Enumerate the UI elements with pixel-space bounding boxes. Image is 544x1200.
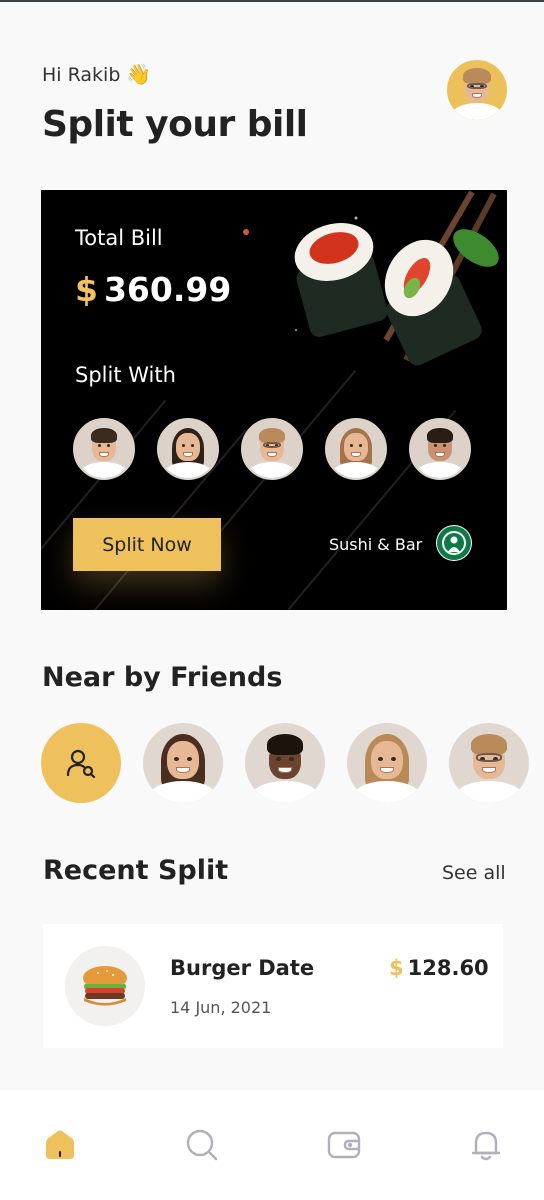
nearby-friend-avatar[interactable] bbox=[347, 723, 427, 803]
find-friends-button[interactable] bbox=[41, 723, 121, 803]
page-title: Split your bill bbox=[42, 104, 308, 145]
sushi-illustration bbox=[243, 190, 499, 366]
search-icon bbox=[186, 1129, 218, 1161]
wallet-icon bbox=[327, 1131, 361, 1159]
burger-icon bbox=[83, 966, 127, 1006]
nearby-friend-avatar[interactable] bbox=[245, 723, 325, 803]
nearby-friends-title: Near by Friends bbox=[42, 662, 283, 693]
tab-wallet[interactable] bbox=[327, 1128, 361, 1162]
tab-notifications[interactable] bbox=[469, 1128, 503, 1162]
split-now-button[interactable]: Split Now bbox=[73, 518, 221, 571]
status-line bbox=[0, 0, 544, 2]
split-with-label: Split With bbox=[75, 363, 176, 387]
split-friend-avatar[interactable] bbox=[325, 418, 387, 480]
split-item-name: Burger Date bbox=[170, 956, 315, 980]
recent-split-item[interactable]: Burger Date 14 Jun, 2021 $128.60 bbox=[43, 924, 503, 1048]
currency-symbol: $ bbox=[75, 270, 98, 309]
split-friend-avatar[interactable] bbox=[157, 418, 219, 480]
amount-value: 360.99 bbox=[103, 270, 232, 309]
bottom-tab-bar bbox=[0, 1090, 544, 1200]
profile-avatar[interactable] bbox=[447, 60, 507, 120]
restaurant-logo-icon bbox=[436, 525, 472, 561]
total-bill-amount: $360.99 bbox=[75, 270, 231, 309]
split-friend-avatar[interactable] bbox=[73, 418, 135, 480]
greeting-text: Hi Rakib bbox=[42, 64, 121, 86]
split-friend-avatar[interactable] bbox=[409, 418, 471, 480]
amount-value: 128.60 bbox=[407, 956, 489, 980]
wave-emoji: 👋 bbox=[126, 62, 152, 86]
home-icon bbox=[46, 1130, 74, 1159]
tab-home[interactable] bbox=[43, 1128, 77, 1162]
tab-search[interactable] bbox=[185, 1128, 219, 1162]
bell-icon bbox=[471, 1131, 501, 1161]
see-all-link[interactable]: See all bbox=[442, 862, 506, 884]
recent-split-title: Recent Split bbox=[43, 855, 229, 886]
venue-name: Sushi & Bar bbox=[329, 535, 423, 554]
nearby-friend-avatar[interactable] bbox=[449, 723, 529, 803]
user-search-icon bbox=[66, 749, 96, 779]
greeting: Hi Rakib 👋 bbox=[42, 62, 151, 86]
split-item-amount: $128.60 bbox=[389, 956, 489, 980]
total-bill-label: Total Bill bbox=[75, 226, 163, 250]
burger-thumbnail bbox=[65, 946, 145, 1026]
split-item-date: 14 Jun, 2021 bbox=[170, 998, 272, 1017]
nearby-friend-avatar[interactable] bbox=[143, 723, 223, 803]
currency-symbol: $ bbox=[389, 956, 404, 980]
split-friend-avatar[interactable] bbox=[241, 418, 303, 480]
bill-card: Total Bill $360.99 Split With Split Now … bbox=[41, 190, 507, 610]
